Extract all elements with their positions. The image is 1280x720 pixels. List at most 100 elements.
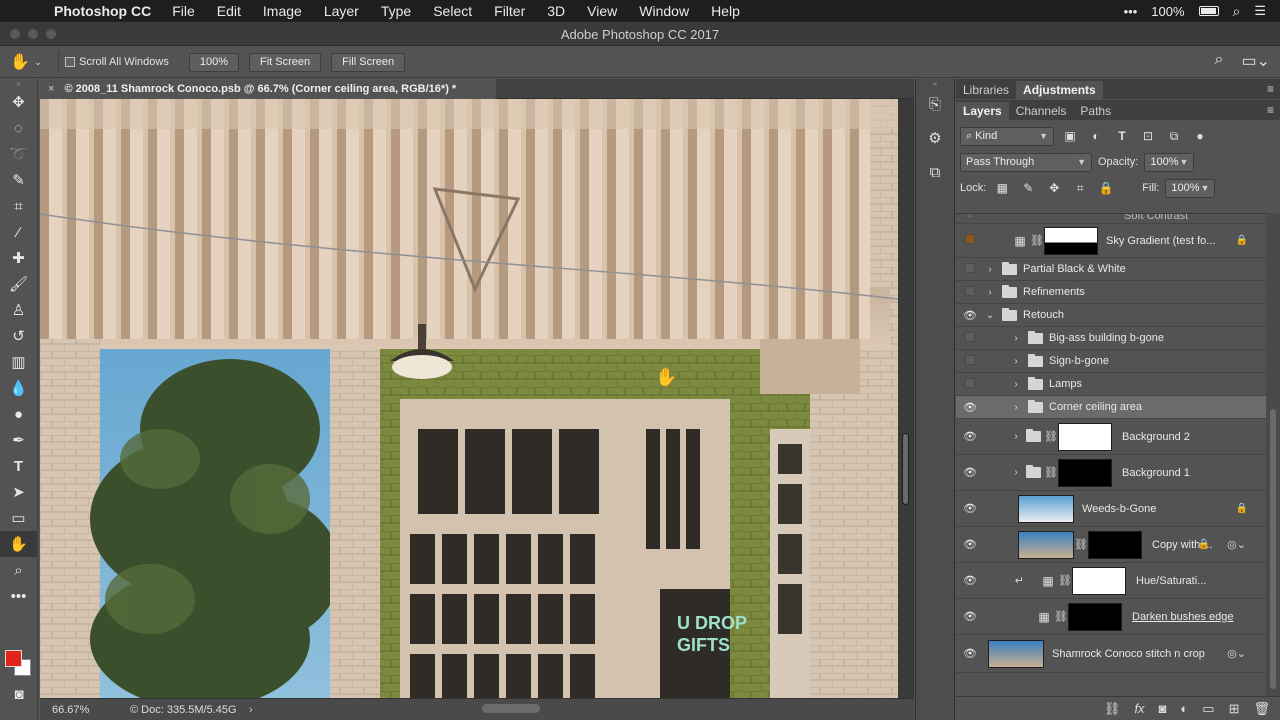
fit-screen-button[interactable]: Fit Screen — [249, 52, 322, 72]
layer-row[interactable]: 👁 ↵ ▦ ⛓ Hue/Saturati... — [956, 563, 1266, 599]
menu-edit[interactable]: Edit — [206, 3, 252, 19]
eye-icon[interactable]: 👁 — [956, 647, 984, 660]
eye-icon[interactable]: 👁 — [956, 401, 984, 414]
search-icon[interactable]: ⌕ — [1233, 3, 1241, 20]
chevron-right-icon[interactable]: › — [984, 264, 996, 275]
layer-row[interactable]: › Partial Black & White — [956, 258, 1266, 281]
chevron-right-icon[interactable]: › — [1010, 379, 1022, 390]
move-tool-icon[interactable]: ✥ — [0, 89, 37, 115]
photo-canvas[interactable]: U DROP GIFTS — [40, 99, 898, 698]
layer-row[interactable]: ▦ ⛓ Sky Gradient (test fo... 🔒 — [956, 224, 1266, 258]
link-icon[interactable]: ⛓ — [1030, 234, 1044, 247]
document-tab[interactable]: × © 2008_11 Shamrock Conoco.psb @ 66.7% … — [40, 79, 496, 99]
tab-adjustments[interactable]: Adjustments — [1016, 81, 1103, 99]
marquee-tool-icon[interactable]: ◌ — [0, 115, 37, 141]
chevron-right-icon[interactable]: › — [1010, 333, 1022, 344]
layer-thumbnail[interactable] — [1018, 494, 1074, 523]
color-swatches[interactable] — [4, 647, 36, 679]
status-menu-arrow-icon[interactable]: › — [249, 704, 253, 716]
link-icon[interactable]: ⛓ — [1058, 574, 1072, 587]
link-icon[interactable]: ⛓ — [1074, 538, 1088, 551]
smart-object-thumbnail[interactable] — [1018, 530, 1074, 559]
properties-panel-icon[interactable]: ⚙ — [916, 121, 954, 155]
layer-style-icon[interactable]: fx — [1134, 701, 1144, 716]
menu-window[interactable]: Window — [628, 3, 700, 19]
menu-type[interactable]: Type — [370, 3, 422, 19]
lock-position-icon[interactable]: ✥ — [1044, 181, 1064, 195]
zoom-level-field[interactable]: 66.67% — [40, 704, 104, 716]
eye-icon[interactable]: 👁 — [956, 538, 984, 551]
link-icon[interactable]: ⛓ — [1044, 466, 1058, 479]
layers-scrollbar[interactable] — [1266, 213, 1280, 696]
edit-toolbar-icon[interactable]: ••• — [0, 583, 37, 609]
pen-tool-icon[interactable]: ✒ — [0, 427, 37, 453]
menu-filter[interactable]: Filter — [483, 3, 536, 19]
menu-view[interactable]: View — [576, 3, 628, 19]
quick-select-tool-icon[interactable]: ✎ — [0, 167, 37, 193]
type-tool-icon[interactable]: T — [0, 453, 37, 479]
menu-select[interactable]: Select — [422, 3, 483, 19]
fill-screen-button[interactable]: Fill Screen — [331, 52, 406, 72]
chevron-right-icon[interactable]: › — [1010, 356, 1022, 367]
tab-layers[interactable]: Layers — [956, 102, 1009, 120]
layer-mask-thumbnail[interactable] — [1044, 226, 1098, 255]
notification-center-icon[interactable]: ☰ — [1254, 3, 1266, 19]
layer-row[interactable]: › Refinements — [956, 281, 1266, 304]
filter-kind-select[interactable]: ⌕ Kind ▼ — [960, 126, 1054, 146]
delete-layer-icon[interactable]: 🗑 — [1253, 701, 1270, 717]
rectangle-tool-icon[interactable]: ▭ — [0, 505, 37, 531]
eye-icon[interactable]: 👁 — [956, 430, 984, 443]
menu-help[interactable]: Help — [700, 3, 751, 19]
layer-row[interactable]: 👁 Weeds-b-Gone 🔒 — [956, 491, 1266, 527]
dock-collapse-icon[interactable]: « — [916, 79, 954, 88]
layer-row[interactable]: 👁 › ⛓ Background 1 — [956, 455, 1266, 491]
lock-transparent-icon[interactable]: ▦ — [992, 181, 1012, 195]
close-tab-icon[interactable]: × — [48, 83, 54, 95]
blend-mode-select[interactable]: Pass Through ▼ — [960, 152, 1092, 172]
zoom-100-button[interactable]: 100% — [188, 52, 239, 72]
filter-toggle-icon[interactable]: ● — [1190, 129, 1210, 143]
eye-icon[interactable]: 👁 — [956, 309, 984, 322]
chevron-right-icon[interactable]: › — [1010, 467, 1022, 478]
layer-row[interactable]: › Big-ass building b-gone — [956, 327, 1266, 350]
visibility-toggle[interactable] — [956, 262, 984, 276]
more-icon[interactable]: ••• — [1124, 4, 1138, 19]
menu-layer[interactable]: Layer — [313, 3, 370, 19]
new-layer-icon[interactable]: ⊞ — [1229, 701, 1240, 717]
tool-preset-picker[interactable]: ✋ ⌄ — [0, 52, 52, 72]
battery-icon[interactable] — [1198, 6, 1219, 16]
scrollbar-thumb[interactable] — [1270, 409, 1276, 689]
layer-mask-thumbnail[interactable] — [1072, 566, 1126, 595]
visibility-toggle[interactable] — [956, 377, 984, 391]
filter-smart-object-icon[interactable]: ⧉ — [1164, 129, 1184, 144]
toolbar-collapse-icon[interactable]: » — [0, 79, 37, 89]
new-group-icon[interactable]: ▭ — [1202, 701, 1214, 717]
chevron-right-icon[interactable]: › — [984, 287, 996, 298]
smart-object-thumbnail[interactable] — [988, 639, 1044, 668]
tab-channels[interactable]: Channels — [1009, 102, 1074, 120]
foreground-color-swatch[interactable] — [5, 650, 22, 667]
history-panel-icon[interactable]: ⎘ — [916, 87, 954, 121]
scroll-all-windows-checkbox[interactable]: Scroll All Windows — [65, 56, 169, 68]
filter-adjustment-icon[interactable]: ◐ — [1086, 129, 1106, 143]
layer-row[interactable]: Soft Contrast — [956, 214, 1266, 224]
chevron-right-icon[interactable]: › — [1010, 431, 1022, 442]
filter-pixel-icon[interactable]: ▣ — [1060, 129, 1080, 143]
eye-icon[interactable]: 👁 — [956, 574, 984, 587]
link-icon[interactable]: ⛓ — [1054, 610, 1068, 623]
layer-row[interactable]: › Sign-b-gone — [956, 350, 1266, 373]
quick-mask-icon[interactable]: ◙ — [0, 681, 38, 707]
doc-size-info[interactable]: © Doc: 335.5M/5.45G — [104, 704, 249, 716]
history-brush-tool-icon[interactable]: ↺ — [0, 323, 37, 349]
panel-menu-icon[interactable]: ≡ — [1267, 82, 1274, 96]
filter-type-icon[interactable]: T — [1112, 129, 1132, 143]
link-icon[interactable]: ⛓ — [1044, 430, 1058, 443]
eye-icon[interactable]: 👁 — [956, 502, 984, 515]
chevron-down-icon[interactable]: ⌄ — [984, 310, 996, 321]
hand-tool-icon[interactable]: ✋ — [0, 531, 37, 557]
document-canvas[interactable]: U DROP GIFTS ✋ — [40, 99, 914, 698]
smart-filter-icon[interactable]: ◎⌄ — [1227, 538, 1246, 551]
visibility-toggle[interactable] — [956, 234, 984, 247]
lock-all-icon[interactable]: 🔒 — [1096, 181, 1116, 195]
menu-image[interactable]: Image — [252, 3, 313, 19]
